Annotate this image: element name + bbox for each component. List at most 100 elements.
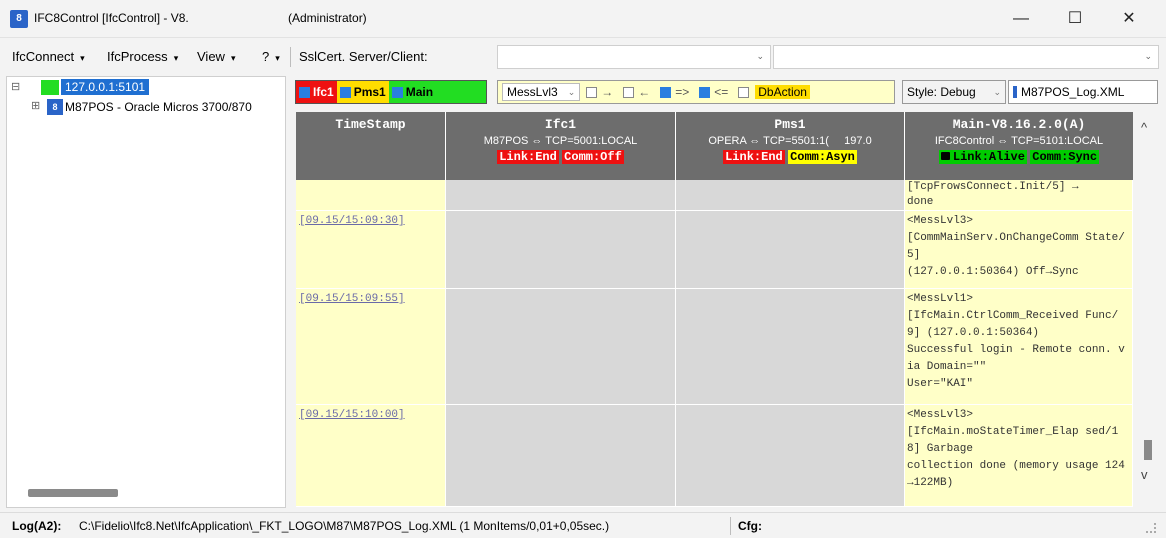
- chevron-down-icon: ▾: [275, 53, 280, 63]
- scroll-down-icon[interactable]: v: [1141, 467, 1148, 482]
- dbl-right-label: =>: [675, 85, 690, 99]
- column-header-pms1[interactable]: Pms1 OPERA ⇔ TCP=5501:1( 197.0 Link:End …: [676, 112, 905, 180]
- app-icon: 8: [10, 10, 28, 28]
- ifc1-cell: [446, 289, 676, 405]
- style-select[interactable]: Style: Debug ⌄: [902, 80, 1006, 104]
- admin-label: (Administrator): [288, 11, 367, 25]
- checkbox-icon: [339, 86, 351, 98]
- sslcert-client-combo[interactable]: ⌄: [773, 45, 1159, 69]
- style-value: Style: Debug: [907, 85, 976, 99]
- menu-bar: IfcConnect ▾ IfcProcess ▾ View ▾ ? ▾ SslCert…: [0, 40, 1166, 74]
- header-connection: OPERA ⇔ TCP=5501:1( 197.0: [676, 135, 904, 147]
- menu-help[interactable]: ? ▾: [262, 49, 280, 64]
- pms1-cell: [676, 211, 905, 289]
- ifc8-icon: 8: [47, 99, 63, 115]
- pms1-cell: [676, 180, 905, 211]
- toggle-label: Ifc1: [313, 85, 334, 99]
- timestamp-cell[interactable]: [296, 180, 446, 211]
- toggle-label: Pms1: [353, 85, 386, 99]
- log-label: Log(A2):: [12, 519, 62, 533]
- menu-label: View: [197, 49, 225, 64]
- message-filter-bar: MessLvl3 ⌄ → ← => <= DbAction: [497, 80, 895, 104]
- header-connection: IFC8Control ⇔ TCP=5101:LOCAL: [934, 135, 1104, 147]
- pms1-cell: [676, 289, 905, 405]
- ifc1-cell: [446, 405, 676, 507]
- menu-view[interactable]: View ▾: [197, 49, 235, 64]
- checkbox-dbaction[interactable]: [738, 86, 750, 98]
- chevron-down-icon: ⌄: [993, 86, 1001, 97]
- toggle-main[interactable]: Main: [388, 81, 486, 103]
- log-path: C:\Fidelio\Ifc8.Net\IfcApplication\_FKT_…: [79, 519, 610, 533]
- comm-status-badge: Comm:Asyn: [788, 150, 857, 164]
- ifc1-cell: [446, 180, 676, 211]
- dbl-left-label: <=: [714, 85, 729, 99]
- checkbox-dbl-right[interactable]: [660, 86, 672, 98]
- menu-label: IfcConnect: [12, 49, 75, 64]
- timestamp-cell[interactable]: [09.15/15:09:55]: [296, 289, 446, 405]
- status-separator: [730, 517, 731, 535]
- window-title: IFC8Control [IfcControl] - V8.: [34, 11, 189, 25]
- chevron-down-icon: ▾: [80, 53, 85, 63]
- menu-separator: [290, 47, 291, 67]
- header-connection: M87POS ⇔ TCP=5001:LOCAL: [483, 135, 638, 147]
- resize-grip-icon[interactable]: [1146, 523, 1156, 533]
- sslcert-label: SslCert. Server/Client:: [299, 49, 428, 64]
- comm-status-badge: Comm:Sync: [1030, 150, 1100, 164]
- close-button[interactable]: ✕: [1106, 0, 1152, 38]
- logfile-value: M87POS_Log.XML: [1021, 85, 1125, 99]
- chevron-down-icon: ▾: [230, 53, 236, 63]
- horizontal-scrollbar-thumb[interactable]: [28, 489, 118, 497]
- logfile-field[interactable]: M87POS_Log.XML: [1008, 80, 1158, 104]
- chevron-down-icon: ▾: [173, 53, 179, 63]
- vertical-scrollbar-thumb[interactable]: [1144, 440, 1152, 460]
- column-header-timestamp[interactable]: TimeStamp: [296, 112, 446, 180]
- maximize-button[interactable]: ☐: [1052, 0, 1098, 38]
- header-title: Main-V8.16.2.0(A): [952, 117, 1086, 132]
- link-status-badge: Link:End: [497, 150, 559, 164]
- comm-status-badge: Comm:Off: [562, 150, 624, 164]
- checkbox-arrow-right[interactable]: [586, 86, 598, 98]
- collapse-icon[interactable]: ⊟: [11, 80, 20, 93]
- menu-ifcprocess[interactable]: IfcProcess ▾: [107, 49, 178, 64]
- toggle-pms1[interactable]: Pms1: [336, 81, 389, 103]
- checkbox-icon: [299, 86, 310, 98]
- title-bar: 8 IFC8Control [IfcControl] - V8. (Admini…: [0, 0, 1166, 38]
- pms1-cell: [676, 405, 905, 507]
- link-status-text: Link:Alive: [952, 150, 1025, 164]
- chevron-down-icon: ⌄: [756, 51, 764, 61]
- main-log-cell: <MessLvl3> [IfcMain.moStateTimer_Elap se…: [905, 405, 1133, 507]
- checkbox-arrow-left[interactable]: [623, 86, 635, 98]
- ifc1-cell: [446, 211, 676, 289]
- lock-icon: [940, 152, 950, 160]
- tree-root-node[interactable]: 127.0.0.1:5101: [61, 79, 150, 95]
- checkbox-dbl-left[interactable]: [699, 86, 711, 98]
- scroll-up-icon[interactable]: ^: [1141, 120, 1147, 135]
- link-status-badge: Link:Alive: [938, 150, 1027, 164]
- main-log-cell: [TcpFrowsConnect.Init/5] → done: [905, 180, 1133, 211]
- sslcert-server-combo[interactable]: ⌄: [497, 45, 771, 69]
- header-title: TimeStamp: [335, 117, 406, 132]
- checkbox-icon: [391, 86, 403, 98]
- log-grid[interactable]: TimeStamp Ifc1 M87POS ⇔ TCP=5001:LOCAL L…: [296, 112, 1133, 507]
- timestamp-cell[interactable]: [09.15/15:10:00]: [296, 405, 446, 507]
- chevron-down-icon: ⌄: [1144, 51, 1152, 61]
- menu-label: IfcProcess: [107, 49, 168, 64]
- cfg-label: Cfg:: [738, 519, 762, 533]
- column-header-main[interactable]: Main-V8.16.2.0(A) IFC8Control ⇔ TCP=5101…: [905, 112, 1133, 180]
- interface-tree[interactable]: ⊟ 127.0.0.1:5101 ⊞ 8 M87POS - Oracle Mic…: [6, 76, 286, 508]
- header-connection-text: OPERA ⇔ TCP=5501:1(: [708, 135, 829, 147]
- channel-toggles: Ifc1 Pms1 Main: [295, 80, 487, 104]
- timestamp-cell[interactable]: [09.15/15:09:30]: [296, 211, 446, 289]
- column-header-ifc1[interactable]: Ifc1 M87POS ⇔ TCP=5001:LOCAL Link:End Co…: [446, 112, 676, 180]
- menu-label: ?: [262, 49, 270, 64]
- arrow-left-label: ←: [638, 85, 651, 99]
- arrow-right-label: →: [601, 85, 614, 99]
- status-bar: Log(A2): C:\Fidelio\Ifc8.Net\IfcApplicat…: [0, 512, 1166, 538]
- expand-icon[interactable]: ⊞: [31, 99, 40, 112]
- menu-ifcconnect[interactable]: IfcConnect ▾: [12, 49, 85, 64]
- toggle-ifc1[interactable]: Ifc1: [296, 81, 337, 103]
- tree-child-node[interactable]: M87POS - Oracle Micros 3700/870: [65, 100, 252, 114]
- messlvl-select[interactable]: MessLvl3 ⌄: [502, 83, 581, 101]
- minimize-button[interactable]: —: [998, 0, 1044, 38]
- file-icon: [1013, 86, 1017, 98]
